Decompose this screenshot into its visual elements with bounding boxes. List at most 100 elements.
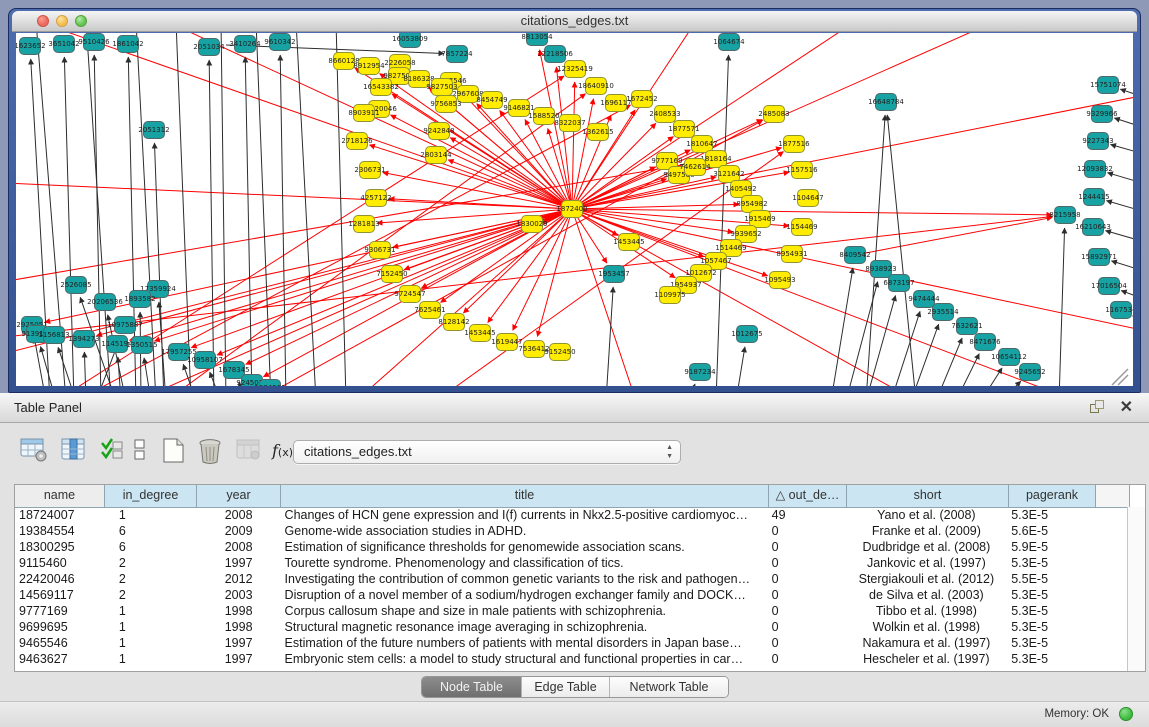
create-table-icon[interactable] xyxy=(160,437,190,467)
graph-node[interactable]: 9756853 xyxy=(435,95,457,113)
graph-node[interactable]: 9227343 xyxy=(1087,132,1109,150)
graph-node[interactable]: 1154469 xyxy=(791,218,813,236)
graph-node[interactable]: 7462614 xyxy=(684,158,706,176)
table-scrollbar[interactable] xyxy=(1127,507,1145,671)
column-header-year[interactable]: year xyxy=(197,485,281,507)
graph-node[interactable]: 9610342 xyxy=(269,33,291,51)
graph-node[interactable]: 15892971 xyxy=(1088,248,1110,266)
graph-node[interactable]: 12325419 xyxy=(564,60,586,78)
graph-node[interactable]: 8660128 xyxy=(333,52,355,70)
graph-node[interactable]: 1109975 xyxy=(659,286,681,304)
graph-node[interactable]: 10654112 xyxy=(998,348,1020,366)
graph-node[interactable]: 18640910 xyxy=(585,77,607,95)
graph-node[interactable]: 16210643 xyxy=(1082,218,1104,236)
graph-node[interactable]: 16053809 xyxy=(399,33,421,48)
graph-node[interactable]: 1453445 xyxy=(618,233,640,251)
graph-node[interactable]: 12093832 xyxy=(1084,160,1106,178)
graph-node[interactable]: 10958107 xyxy=(194,351,216,369)
graph-node[interactable]: 9146821 xyxy=(508,99,530,117)
graph-node[interactable]: 7536412 xyxy=(523,340,545,358)
graph-node[interactable]: 8912954 xyxy=(358,57,380,75)
graph-node[interactable]: 16648784 xyxy=(875,93,897,111)
column-header-name[interactable]: name xyxy=(15,485,105,507)
graph-node[interactable]: 12218506 xyxy=(544,45,566,63)
graph-node[interactable]: 1696117 xyxy=(605,94,627,112)
table-row[interactable]: 946362711997Embryonic stem cells: a mode… xyxy=(15,651,1128,667)
graph-node[interactable]: 2306731 xyxy=(359,161,381,179)
column-header-in_degree[interactable]: in_degree xyxy=(105,485,197,507)
float-panel-icon[interactable] xyxy=(1090,400,1105,415)
graph-node[interactable]: 1453445 xyxy=(469,324,491,342)
close-panel-icon[interactable]: ✕ xyxy=(1120,397,1133,417)
graph-node[interactable]: 1953457 xyxy=(603,265,625,283)
column-header-pagerank[interactable]: pagerank xyxy=(1009,485,1096,507)
graph-node[interactable]: 8215958 xyxy=(1054,206,1076,224)
graph-node[interactable]: 1167534 xyxy=(1110,301,1132,319)
column-header-out_de…[interactable]: △ out_de… xyxy=(769,485,847,507)
graph-node[interactable]: 2485083 xyxy=(763,105,785,123)
graph-node[interactable]: 8813054 xyxy=(526,33,548,46)
graph-node[interactable]: 9510426 xyxy=(83,33,105,51)
select-all-columns-icon[interactable] xyxy=(99,437,129,467)
graph-node[interactable]: 7152450 xyxy=(381,265,403,283)
graph-node[interactable]: 9152450 xyxy=(549,343,571,361)
tab-node-table[interactable]: Node Table xyxy=(422,677,522,697)
graph-node[interactable]: 1623652 xyxy=(19,37,41,55)
graph-node[interactable]: 1281813 xyxy=(353,215,375,233)
graph-node[interactable]: 3410264 xyxy=(234,35,256,53)
graph-node[interactable]: 8471676 xyxy=(974,333,996,351)
graph-node[interactable]: 2935514 xyxy=(932,303,954,321)
tab-edge-table[interactable]: Edge Table xyxy=(522,677,610,697)
table-row[interactable]: 946554611997Estimation of the future num… xyxy=(15,635,1128,651)
graph-node[interactable]: 4257122 xyxy=(365,189,387,207)
graph-node[interactable]: 7625461 xyxy=(419,301,441,319)
graph-node[interactable]: 1877516 xyxy=(783,135,805,153)
graph-node[interactable]: 1394273 xyxy=(73,330,95,348)
graph-node[interactable]: 15751074 xyxy=(1097,76,1119,94)
graph-node[interactable]: 1145194 xyxy=(106,335,128,353)
graph-node[interactable]: 2051034 xyxy=(198,38,220,56)
graph-node[interactable]: 1104647 xyxy=(797,189,819,207)
graph-node[interactable]: 9245652 xyxy=(1019,363,1041,381)
graph-node[interactable]: 2718126 xyxy=(346,132,368,150)
graph-node[interactable]: 6873197 xyxy=(888,274,910,292)
memory-status-indicator[interactable] xyxy=(1119,707,1133,721)
network-canvas[interactable]: 1872400866012889129542226058982750816543… xyxy=(16,33,1133,386)
graph-node[interactable]: 9187234 xyxy=(689,363,711,381)
toggle-columns-icon[interactable] xyxy=(60,437,90,467)
graph-node[interactable]: 1012675 xyxy=(736,325,758,343)
table-row[interactable]: 1830029562008Estimation of significance … xyxy=(15,539,1128,555)
graph-node[interactable]: 1893582 xyxy=(129,290,151,308)
graph-node[interactable]: 8128142 xyxy=(443,313,465,331)
graph-node[interactable]: 8903911 xyxy=(353,104,375,122)
resize-grip[interactable] xyxy=(1112,369,1128,385)
graph-node[interactable]: 1588520 xyxy=(533,107,555,125)
graph-node[interactable]: 8409542 xyxy=(844,246,866,264)
graph-node[interactable]: 20206536 xyxy=(94,293,116,311)
table-row[interactable]: 969969511998Structural magnetic resonanc… xyxy=(15,619,1128,635)
graph-node[interactable]: 1362615 xyxy=(587,123,609,141)
graph-node[interactable]: 7632621 xyxy=(956,317,978,335)
graph-node[interactable]: 1830029 xyxy=(521,215,543,233)
graph-node[interactable]: 16543382 xyxy=(370,78,392,96)
delete-table-icon[interactable] xyxy=(196,437,226,467)
row-options-icon[interactable] xyxy=(132,437,162,467)
window-titlebar[interactable]: citations_edges.txt xyxy=(12,11,1137,32)
graph-node[interactable]: 1157516 xyxy=(791,161,813,179)
column-header-short[interactable]: short xyxy=(847,485,1009,507)
table-row[interactable]: 1872400712008Changes of HCN gene express… xyxy=(15,507,1128,523)
graph-node[interactable]: 8322037 xyxy=(559,114,581,132)
column-header-title[interactable]: title xyxy=(281,485,769,507)
table-settings-icon[interactable] xyxy=(20,437,50,467)
graph-node[interactable]: 1861042 xyxy=(117,35,139,53)
graph-node[interactable]: 1156813 xyxy=(43,326,65,344)
graph-node[interactable]: 9306731 xyxy=(369,241,391,259)
table-row[interactable]: 2242004622012Investigating the contribut… xyxy=(15,571,1128,587)
graph-node[interactable]: 9724547 xyxy=(399,285,421,303)
graph-node[interactable]: 1095493 xyxy=(769,271,791,289)
graph-node[interactable]: 2803144 xyxy=(425,146,447,164)
graph-node[interactable]: 9827503 xyxy=(431,78,453,96)
column-header-spacer[interactable] xyxy=(1096,485,1130,507)
graph-node[interactable]: 9329966 xyxy=(1091,105,1113,123)
graph-node[interactable]: 2051312 xyxy=(143,121,165,139)
